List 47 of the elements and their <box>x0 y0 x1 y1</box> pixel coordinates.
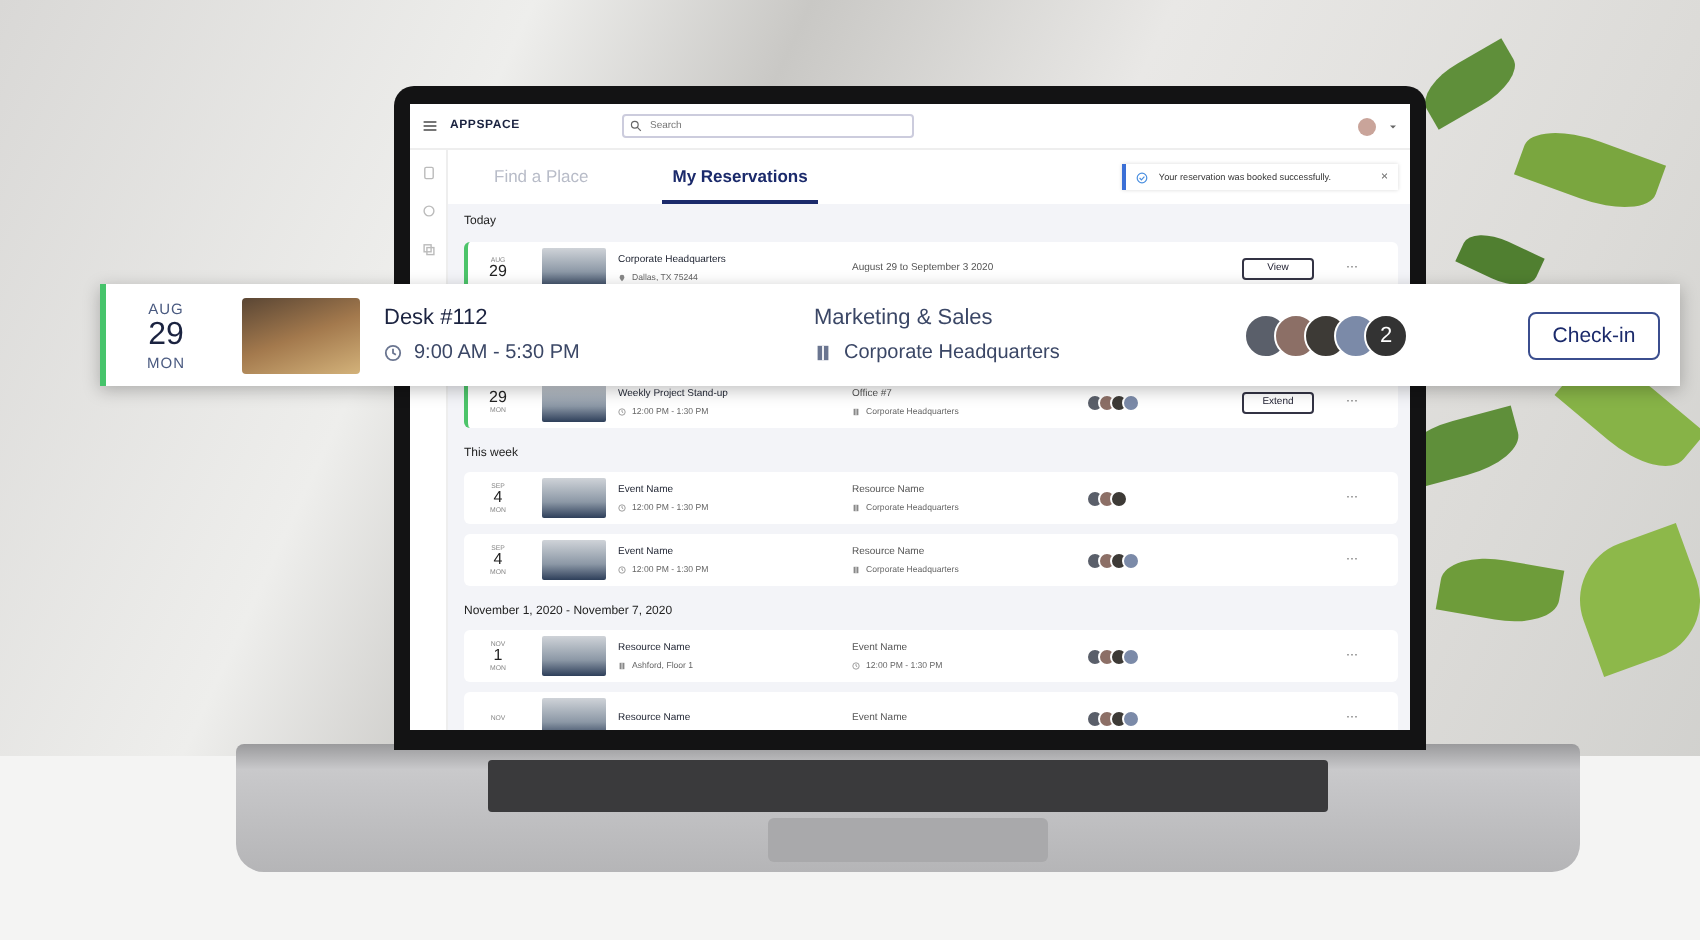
clock-icon <box>618 565 626 573</box>
avatar-circle <box>1122 647 1140 665</box>
building-icon <box>852 407 860 415</box>
day-number: 1 <box>493 648 503 664</box>
room-photo-placeholder <box>542 382 606 422</box>
nav-icon <box>421 242 435 256</box>
building-icon <box>814 344 832 362</box>
clock-icon <box>852 661 860 669</box>
day-number: 29 <box>489 264 507 280</box>
day-number: 4 <box>493 490 503 506</box>
avatar-circle <box>1110 489 1128 507</box>
room-photo-placeholder <box>542 636 606 676</box>
nav-icon <box>421 204 435 218</box>
clock-icon <box>384 344 402 362</box>
caret-icon <box>1388 121 1398 131</box>
day-number: 29 <box>148 317 184 353</box>
room-photo-placeholder <box>542 478 606 518</box>
check-icon <box>1136 171 1149 183</box>
day-number: 29 <box>489 390 507 406</box>
avatar-circle <box>1086 551 1104 569</box>
reservation-title: Desk #112 <box>384 306 490 330</box>
nav-icon <box>421 166 435 180</box>
building-icon <box>852 565 860 573</box>
room-photo-placeholder <box>542 248 606 288</box>
avatar-circle <box>1122 551 1140 569</box>
avatar-circle <box>1110 393 1128 411</box>
search-icon <box>630 120 642 132</box>
building-icon <box>618 661 626 669</box>
building-icon <box>852 503 860 511</box>
pin-icon <box>618 273 626 281</box>
clock-icon <box>618 407 626 415</box>
more-count-avatar: 2 <box>1364 313 1408 357</box>
avatar-circle <box>1122 393 1140 411</box>
office-photo-placeholder <box>242 297 360 373</box>
avatar-circle <box>1086 393 1104 411</box>
reservation-detail: 9:00 AM - 5:30 PM <box>414 342 580 364</box>
avatar-circle <box>1086 647 1104 665</box>
resource-title: Marketing & Sales <box>814 306 995 330</box>
resource-detail: Corporate Headquarters <box>844 342 1060 364</box>
menu-icon <box>422 118 438 134</box>
check-in-button[interactable]: Check-in <box>1528 311 1660 359</box>
avatar-circle <box>1086 489 1104 507</box>
room-photo-placeholder <box>542 698 606 730</box>
clock-icon <box>618 503 626 511</box>
user-avatar[interactable] <box>1358 117 1376 135</box>
day-number: 4 <box>493 552 503 568</box>
room-photo-placeholder <box>542 540 606 580</box>
